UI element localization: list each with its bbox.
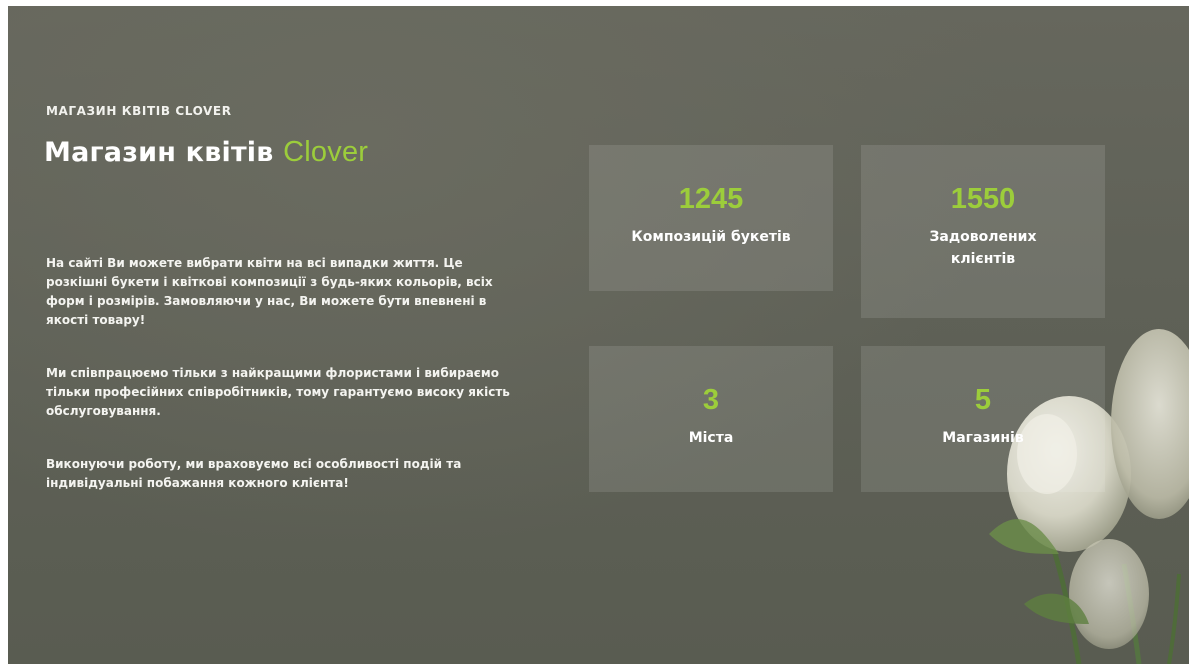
stat-value: 5: [974, 384, 992, 416]
stat-label: Магазинів: [942, 430, 1024, 446]
stat-card-compositions: 1245 Композицій букетів: [589, 145, 833, 291]
stat-label: Композицій букетів: [631, 229, 791, 245]
intro-paragraph: На сайті Ви можете вибрати квіти на всі …: [46, 256, 493, 327]
stat-card-cities: 3 Міста: [589, 346, 833, 492]
stat-value: 1245: [678, 183, 744, 215]
stat-value: 1550: [950, 183, 1016, 215]
partners-paragraph: Ми співпрацюємо тільки з найкращими флор…: [46, 366, 510, 418]
title-accent: Clover: [283, 136, 369, 168]
stat-label: Задоволених клієнтів: [929, 229, 1037, 267]
stat-card-shops: 5 Магазинів: [861, 346, 1105, 492]
hero-section: МАГАЗИН КВІТІВ CLOVER Магазин квітів Clo…: [8, 6, 1189, 664]
title-main: Магазин квітів: [44, 137, 284, 168]
approach-paragraph: Виконуючи роботу, ми враховуємо всі особ…: [46, 457, 462, 490]
eyebrow-label: МАГАЗИН КВІТІВ CLOVER: [46, 104, 232, 118]
stat-value: 3: [702, 384, 720, 416]
stat-label: Міста: [688, 430, 734, 446]
page-title: Магазин квітів Clover: [44, 136, 368, 169]
stat-card-clients: 1550 Задоволених клієнтів: [861, 145, 1105, 318]
